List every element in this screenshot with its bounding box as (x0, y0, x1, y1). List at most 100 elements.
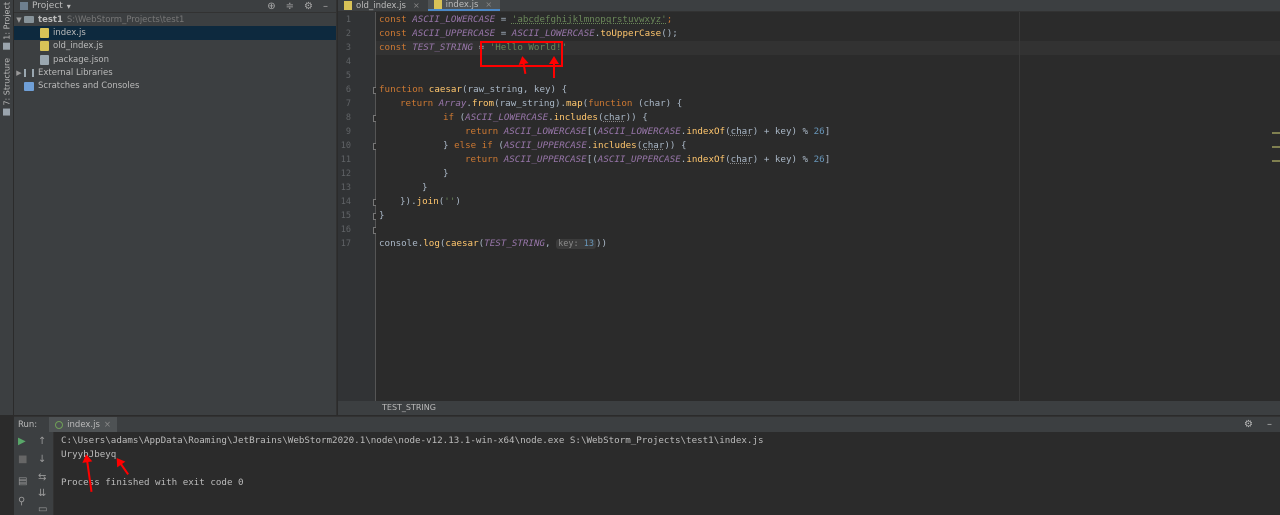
line-number: 8 (345, 113, 351, 123)
warning-marker[interactable] (1272, 146, 1280, 148)
code-line-14: }).join('') (400, 196, 461, 207)
gear-icon[interactable]: ⚙ (304, 1, 313, 12)
tree-item-index-js[interactable]: index.js (14, 26, 336, 40)
scroll-to-end-icon[interactable]: ⇊ (38, 488, 46, 499)
warning-marker[interactable] (1272, 132, 1280, 134)
run-toolbar: ▶ ■ ▤ ⚲ (14, 432, 34, 515)
tree-item-label: Scratches and Consoles (38, 81, 140, 92)
line-number: 16 (340, 225, 351, 235)
rerun-icon[interactable]: ▶ (18, 436, 26, 447)
structure-tool-icon (3, 108, 11, 116)
javascript-file-icon (344, 1, 352, 10)
close-icon[interactable]: × (485, 0, 492, 9)
right-margin-guide (1019, 12, 1020, 401)
code-line-1: const ASCII_LOWERCASE = 'abcdefghijklmno… (379, 14, 673, 25)
collapsed-arrow-icon[interactable]: ▶ (14, 69, 24, 77)
console-line: C:\Users\adams\AppData\Roaming\JetBrains… (61, 435, 764, 446)
expanded-arrow-icon[interactable]: ▼ (14, 16, 24, 24)
tree-item-scratches[interactable]: Scratches and Consoles (14, 79, 336, 92)
left-tool-strip: 1: Project 7: Structure (0, 0, 14, 415)
project-panel-header: Project ▾ ⊕ ≑ ⚙ – (14, 0, 336, 13)
code-line-10: } else if (ASCII_UPPERCASE.includes(char… (443, 140, 687, 151)
line-number: 1 (345, 15, 351, 25)
code-line-15: } (379, 210, 385, 221)
tree-item-label: External Libraries (38, 67, 113, 78)
parameter-hint: key: 13 (556, 239, 596, 249)
hide-icon[interactable]: – (323, 1, 328, 12)
tree-item-label: package.json (53, 54, 109, 65)
warning-marker[interactable] (1272, 160, 1280, 162)
run-panel-header: Run: index.js × ⚙ – (14, 416, 1280, 433)
collapse-all-icon[interactable]: ≑ (286, 1, 294, 12)
tree-item-test1[interactable]: ▼ test1 S:\WebStorm_Projects\test1 (14, 13, 336, 26)
tree-item-package-json[interactable]: package.json (14, 53, 336, 66)
chevron-down-icon[interactable]: ▾ (67, 2, 71, 11)
run-toolbar-secondary: ↑ ↓ ⇆ ⇊ ▭ (34, 432, 54, 515)
layout-icon[interactable]: ▤ (18, 476, 27, 487)
hide-icon[interactable]: – (1267, 419, 1272, 430)
line-number: 7 (345, 99, 351, 109)
code-line-2: const ASCII_UPPERCASE = ASCII_LOWERCASE.… (379, 28, 678, 39)
annotation-arrow-icon (549, 56, 559, 78)
close-icon[interactable]: × (104, 420, 111, 430)
line-number: 3 (345, 43, 351, 53)
locate-icon[interactable]: ⊕ (267, 1, 275, 12)
scratches-icon (24, 81, 34, 91)
gear-icon[interactable]: ⚙ (1244, 419, 1253, 430)
line-number: 4 (345, 57, 351, 67)
line-number: 14 (340, 197, 351, 207)
line-number-gutter[interactable]: 1 2 3 4 5 6 7 8 9 10 11 12 13 14 15 16 1… (338, 12, 380, 401)
line-number: 2 (345, 29, 351, 39)
arrow-up-icon[interactable]: ↑ (38, 436, 46, 447)
tree-item-external-libraries[interactable]: ▶ External Libraries (14, 66, 336, 79)
tree-item-label: index.js (53, 27, 86, 38)
soft-wrap-icon[interactable]: ⇆ (38, 472, 46, 483)
code-line-8: if (ASCII_LOWERCASE.includes(char)) { (443, 112, 648, 123)
line-number: 6 (345, 85, 351, 95)
javascript-file-icon (40, 27, 49, 38)
line-number: 11 (340, 155, 351, 165)
tree-item-old-index-js[interactable]: old_index.js (14, 40, 336, 53)
tree-item-label: test1 (38, 14, 63, 25)
run-label: Run: (18, 419, 38, 430)
code-editor[interactable]: const ASCII_LOWERCASE = 'abcdefghijklmno… (376, 12, 1280, 401)
tab-old-index-js[interactable]: old_index.js × (338, 0, 428, 11)
line-number: 9 (345, 127, 351, 137)
code-line-7: return Array.from(raw_string).map(functi… (400, 98, 683, 109)
scrollbar-markers[interactable] (1272, 132, 1280, 174)
code-line-6: function caesar(raw_string, key) { (379, 84, 568, 95)
line-number: 10 (340, 141, 351, 151)
code-line-13: } (422, 182, 428, 193)
code-line-11: return ASCII_UPPERCASE[(ASCII_UPPERCASE.… (465, 154, 831, 165)
stop-icon[interactable]: ■ (18, 454, 27, 465)
tree-item-path: S:\WebStorm_Projects\test1 (66, 14, 185, 25)
editor-tabs: old_index.js × index.js × (338, 0, 1280, 12)
code-line-12: } (443, 168, 449, 179)
line-number: 15 (340, 211, 351, 221)
line-number: 17 (340, 239, 351, 249)
arrow-down-icon[interactable]: ↓ (38, 454, 46, 465)
json-file-icon (40, 54, 49, 65)
breadcrumb-item[interactable]: TEST_STRING (382, 403, 436, 412)
javascript-file-icon (40, 41, 49, 52)
project-tool-icon (3, 42, 11, 50)
line-number: 5 (345, 71, 351, 81)
structure-tool-tab[interactable]: 7: Structure (1, 58, 13, 116)
console-output[interactable]: C:\Users\adams\AppData\Roaming\JetBrains… (54, 432, 1280, 515)
project-panel: Project ▾ ⊕ ≑ ⚙ – ▼ test1 S:\WebStorm_Pr… (14, 0, 337, 415)
print-icon[interactable]: ▭ (38, 504, 47, 515)
tab-index-js[interactable]: index.js × (427, 0, 501, 11)
close-icon[interactable]: × (413, 1, 420, 10)
project-tool-tab[interactable]: 1: Project (1, 2, 13, 50)
run-tab[interactable]: index.js × (49, 416, 118, 433)
line-number: 13 (340, 183, 351, 193)
code-line-9: return ASCII_LOWERCASE[(ASCII_LOWERCASE.… (465, 126, 831, 137)
project-title[interactable]: Project (32, 1, 63, 11)
folder-icon (24, 16, 34, 24)
tree-item-label: old_index.js (53, 41, 103, 52)
pin-icon[interactable]: ⚲ (18, 496, 25, 507)
javascript-file-icon (433, 0, 442, 9)
code-line-17: console.log(caesar(TEST_STRING, key: 13)… (379, 238, 608, 249)
project-icon (20, 2, 28, 10)
line-number: 12 (340, 169, 351, 179)
